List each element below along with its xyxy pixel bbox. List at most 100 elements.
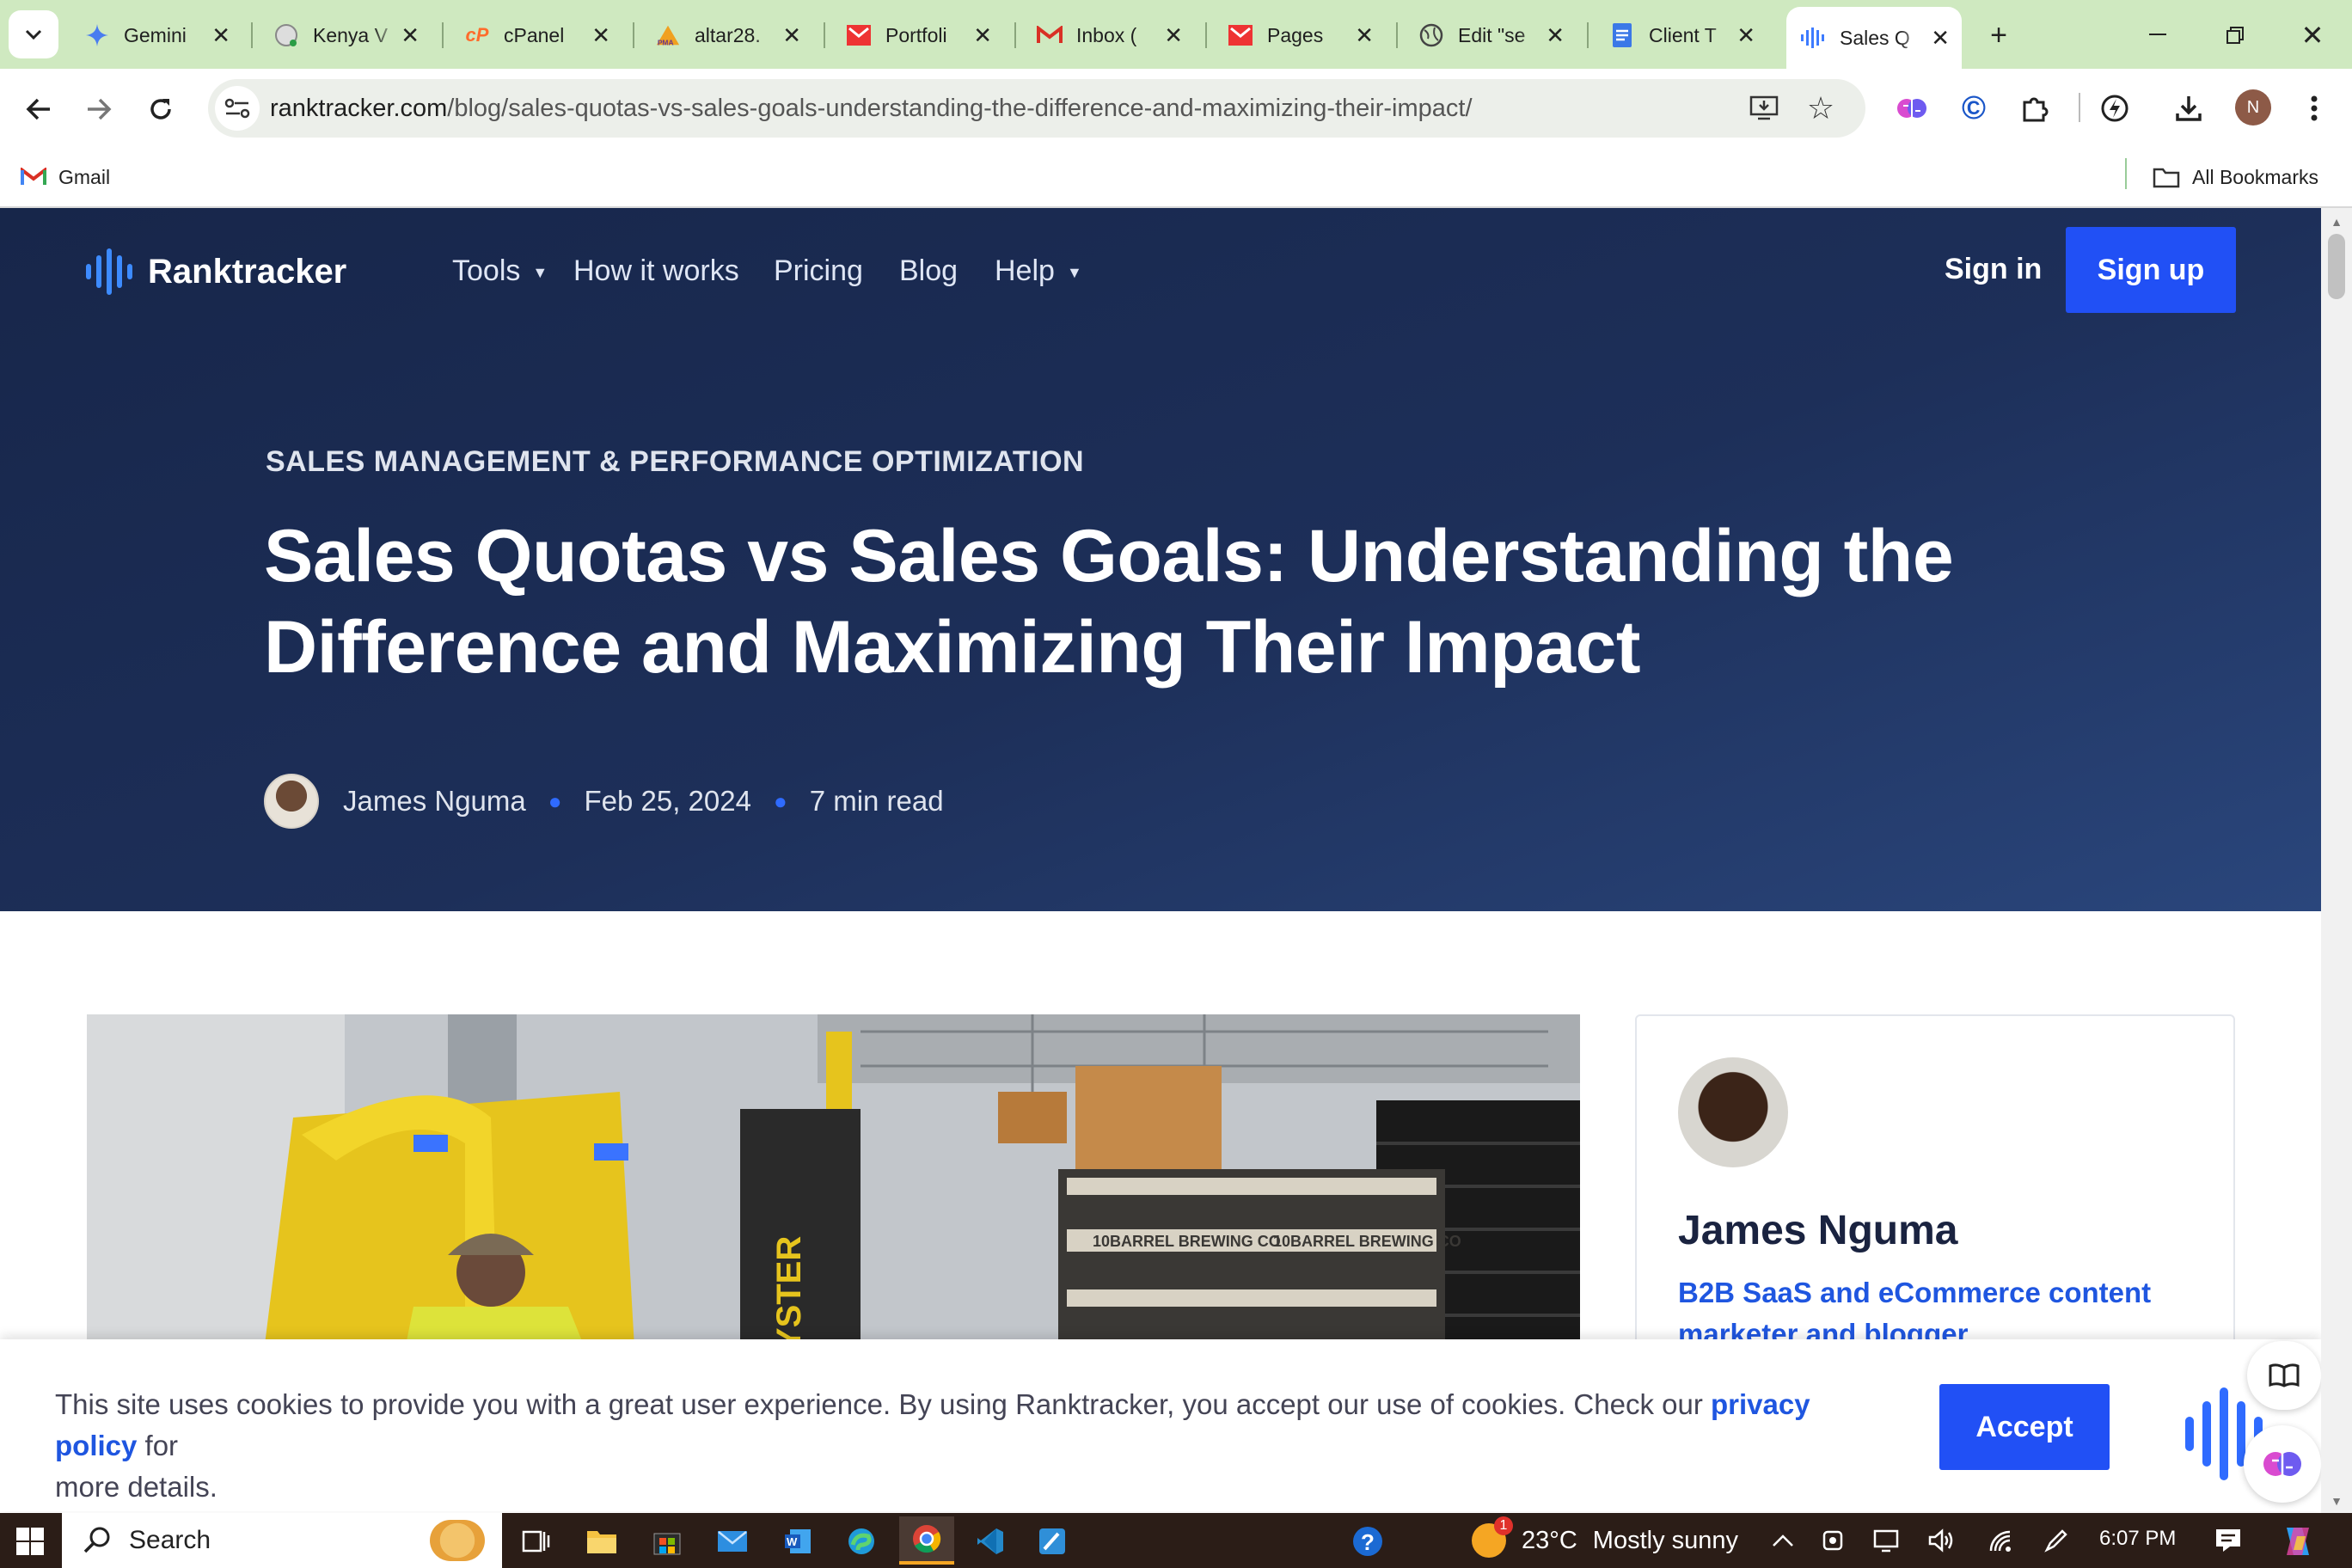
sign-up-button[interactable]: Sign up — [2066, 227, 2236, 313]
search-icon — [83, 1527, 110, 1553]
tab-kenya[interactable]: Kenya V ✕ — [260, 9, 432, 62]
svg-text:?: ? — [1361, 1529, 1375, 1555]
notifications-icon[interactable] — [2209, 1522, 2247, 1559]
weather-widget[interactable]: 1 23°C Mostly sunny — [1472, 1513, 1738, 1568]
brain-assistant-icon[interactable] — [2244, 1425, 2321, 1503]
back-icon[interactable] — [17, 88, 60, 131]
tab-portfolio[interactable]: Portfoli ✕ — [832, 9, 1004, 62]
tab-pages[interactable]: Pages ✕ — [1214, 9, 1386, 62]
ms-store-icon[interactable] — [643, 1520, 691, 1563]
performance-icon[interactable] — [2094, 88, 2135, 129]
forward-icon[interactable] — [77, 88, 120, 131]
task-view-icon[interactable] — [512, 1520, 560, 1563]
site-settings-icon[interactable] — [215, 86, 260, 131]
new-tab-icon[interactable]: + — [1977, 15, 2020, 55]
tab-gemini[interactable]: Gemini ✕ — [70, 9, 242, 62]
close-tab-icon[interactable]: ✕ — [1736, 22, 1755, 49]
download-icon[interactable] — [2168, 88, 2209, 129]
address-bar[interactable]: ranktracker.com/blog/sales-quotas-vs-sal… — [208, 79, 1865, 138]
wifi-icon[interactable] — [1986, 1525, 2017, 1556]
meet-now-icon[interactable] — [1817, 1525, 1848, 1556]
author-link[interactable]: James Nguma — [343, 785, 526, 818]
author-card-name[interactable]: James Nguma — [1678, 1207, 1957, 1254]
start-icon[interactable] — [9, 1520, 52, 1563]
close-tab-icon[interactable]: ✕ — [1355, 22, 1374, 49]
tab-inbox[interactable]: Inbox ( ✕ — [1023, 9, 1195, 62]
site-logo[interactable]: Ranktracker — [84, 246, 346, 297]
help-icon[interactable]: ? — [1346, 1520, 1389, 1563]
close-tab-icon[interactable]: ✕ — [401, 22, 420, 49]
show-hidden-icons[interactable] — [1767, 1525, 1798, 1556]
display-icon[interactable] — [1871, 1525, 1902, 1556]
accept-cookies-button[interactable]: Accept — [1939, 1384, 2110, 1470]
bullet-dot: ● — [548, 787, 562, 814]
restore-icon[interactable] — [2209, 14, 2261, 57]
svg-text:10BARREL BREWING CO: 10BARREL BREWING CO — [1273, 1233, 1461, 1250]
edge-icon[interactable] — [837, 1520, 885, 1563]
close-window-icon[interactable]: ✕ — [2287, 14, 2338, 57]
taskbar-search-box[interactable]: Search — [62, 1513, 502, 1568]
extensions-puzzle-icon[interactable] — [2015, 88, 2056, 129]
paint-icon[interactable] — [1028, 1520, 1076, 1563]
reload-icon[interactable] — [139, 88, 182, 131]
gemini-icon — [84, 22, 110, 48]
minimize-icon[interactable] — [2132, 14, 2184, 57]
ranktracker-logo-icon — [86, 248, 132, 295]
docs-icon — [1609, 22, 1635, 48]
scroll-thumb[interactable] — [2328, 234, 2345, 299]
tab-client[interactable]: Client T ✕ — [1596, 9, 1767, 62]
nav-blog[interactable]: Blog — [899, 254, 958, 288]
vscode-icon[interactable] — [966, 1520, 1014, 1563]
portfolio-icon — [1228, 22, 1253, 48]
svg-text:W: W — [787, 1535, 798, 1548]
close-tab-icon[interactable]: ✕ — [1164, 22, 1183, 49]
article-category[interactable]: SALES MANAGEMENT & PERFORMANCE OPTIMIZAT… — [266, 445, 1084, 479]
close-tab-icon[interactable]: ✕ — [211, 22, 230, 49]
nav-how-it-works[interactable]: How it works — [573, 254, 739, 288]
weather-sun-icon: 1 — [1472, 1516, 1513, 1558]
nav-help[interactable]: Help ▼ — [995, 254, 1082, 288]
cpanel-icon: cP — [465, 24, 489, 46]
tab-sales-active[interactable]: Sales Q ✕ — [1786, 7, 1962, 69]
author-card: James Nguma B2B SaaS and eCommerce conte… — [1635, 1014, 2235, 1393]
clock[interactable]: 6:07 PM — [2099, 1527, 2176, 1551]
close-tab-icon[interactable]: ✕ — [1546, 22, 1565, 49]
sign-in-link[interactable]: Sign in — [1945, 253, 2042, 286]
close-tab-icon[interactable]: ✕ — [973, 22, 992, 49]
bookmark-gmail[interactable]: Gmail — [21, 160, 110, 194]
author-avatar[interactable] — [264, 774, 319, 829]
tab-search-button[interactable] — [9, 10, 58, 58]
tab-cpanel[interactable]: cP cPanel ✕ — [450, 9, 622, 62]
browser-menu-icon[interactable] — [2295, 88, 2333, 129]
volume-icon[interactable] — [1926, 1525, 1957, 1556]
close-tab-icon[interactable]: ✕ — [782, 22, 801, 49]
scroll-up-icon[interactable]: ▲ — [2321, 211, 2352, 232]
close-tab-icon[interactable]: ✕ — [591, 22, 610, 49]
chevron-down-icon — [25, 29, 42, 40]
extension-brain-icon[interactable] — [1891, 88, 1932, 129]
featured-image: 10BARREL BREWING CO 10BARREL BREWING CO … — [87, 1014, 1580, 1393]
browser-tab-strip: Gemini ✕ Kenya V ✕ cP cPanel ✕ PMA altar… — [0, 0, 2352, 69]
close-tab-icon[interactable]: ✕ — [1931, 25, 1950, 52]
caret-down-icon: ▼ — [1066, 263, 1082, 281]
tab-edit[interactable]: Edit "se ✕ — [1405, 9, 1577, 62]
pen-icon[interactable] — [2041, 1525, 2072, 1556]
chrome-icon[interactable] — [899, 1516, 954, 1565]
scroll-down-icon[interactable]: ▼ — [2321, 1491, 2352, 1511]
page-scrollbar[interactable]: ▲ ▼ — [2321, 208, 2352, 1513]
copilot-icon[interactable] — [2276, 1520, 2319, 1563]
word-icon[interactable]: W — [774, 1520, 822, 1563]
file-explorer-icon[interactable] — [578, 1520, 626, 1563]
install-app-icon[interactable] — [1745, 89, 1783, 127]
tab-altar[interactable]: PMA altar28. ✕ — [641, 9, 813, 62]
gmail-icon — [1037, 22, 1063, 48]
bookmark-star-icon[interactable]: ☆ — [1802, 89, 1840, 127]
nav-pricing[interactable]: Pricing — [774, 254, 863, 288]
extension-copyright-icon[interactable]: © — [1953, 88, 1994, 129]
article-title: Sales Quotas vs Sales Goals: Understandi… — [264, 515, 1954, 689]
all-bookmarks[interactable]: All Bookmarks — [2153, 160, 2318, 194]
author-card-avatar[interactable] — [1678, 1057, 1788, 1167]
mail-icon[interactable] — [708, 1520, 756, 1563]
profile-avatar[interactable]: N — [2235, 89, 2271, 126]
nav-tools[interactable]: Tools ▼ — [452, 254, 548, 288]
